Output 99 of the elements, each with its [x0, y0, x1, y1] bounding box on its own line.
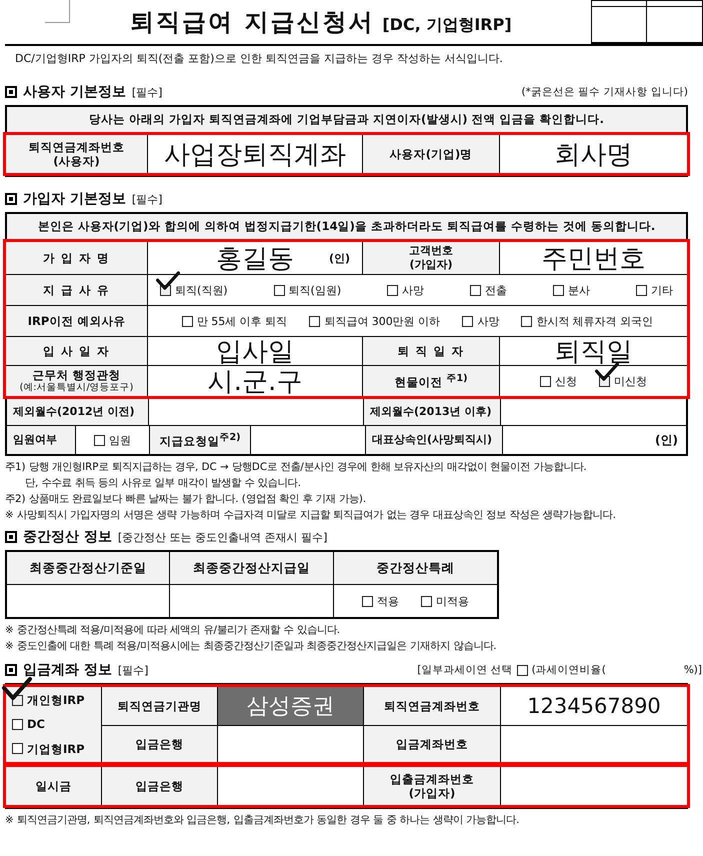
field-label: 제외월수(2013년 이후) — [364, 399, 500, 425]
form-subtitle: [DC, 기업형IRP] — [382, 15, 512, 34]
tax-deferral-label: [일부과세이연 선택 — [417, 663, 513, 677]
option-label: 퇴직급여 300만원 이하 — [324, 314, 440, 328]
consent-text: 본인은 사용자(기업)와 합의에 의하여 법정지급기한(14일)을 초과하더라도 퇴직급여를 수령하는 것에 동의합니다. — [7, 214, 686, 239]
field-label: 가 입 자 명 — [6, 242, 147, 274]
field-label: 퇴직연금계좌번호 — [364, 687, 500, 725]
field-label: 지급요청일$^{주2)}$ — [150, 426, 250, 454]
section-tag: [필수] — [132, 192, 162, 206]
note-text: ※ 퇴직연금기관명, 퇴직연금계좌번호와 입금은행, 입출금계좌번호가 동일한 경우 둘 중 하나는 생략이 가능합니다. — [5, 813, 520, 828]
checkbox[interactable] — [521, 316, 532, 326]
note-text: 주2) 상품매도 완료일보다 빠른 날짜는 불가 합니다. (영업점 확인 후 기재 가능). — [5, 492, 368, 507]
option-label: 퇴직(직원) — [175, 282, 228, 298]
checkbox[interactable] — [636, 284, 647, 296]
field-label: 대표상속인(사망퇴직시) — [366, 426, 502, 454]
checkbox[interactable] — [540, 376, 551, 386]
section-title: 중간정산 정보 — [23, 528, 112, 546]
option-label: DC — [27, 717, 45, 732]
field-label: 제외월수(2012년 이전) — [7, 399, 148, 425]
column-header: 최종중간정산기준일 — [7, 552, 169, 584]
option-label: 신청 — [555, 374, 577, 388]
intro-text: DC/기업형IRP 가입자의 퇴직(전출 포함)으로 인한 퇴직연금을 지급하는 경우 작성하는 서식입니다. — [14, 51, 504, 66]
section-icon — [5, 531, 17, 543]
option-label: 미적용 — [436, 594, 469, 608]
field-label: 입출금계좌번호 (가입자) — [364, 767, 500, 805]
field-label: 입금계좌번호 — [364, 726, 500, 762]
checkbox[interactable] — [274, 284, 285, 296]
field-value: 1234567890 — [501, 687, 687, 725]
option-label: 전출 — [485, 282, 508, 298]
option-label: 만 55세 이후 퇴직 — [196, 314, 288, 328]
field-label: 근무처 행정관청 (예:서울특별시/영등포구) — [6, 366, 147, 396]
section-title: 가입자 기본정보 — [23, 190, 126, 208]
field-value: 시.군.구 — [148, 366, 362, 396]
column-header: 최종중간정산지급일 — [170, 552, 333, 584]
checkbox[interactable] — [462, 316, 474, 326]
section-title: 입금계좌 정보 — [23, 661, 112, 679]
field-label: 입금은행 — [102, 726, 217, 762]
field-value: 홍길동 — [216, 242, 294, 276]
option-label: 미신청 — [614, 374, 647, 388]
section-icon — [5, 86, 17, 98]
section-tag: [중간정산 또는 중도인출내역 존재시 필수] — [118, 530, 328, 544]
field-label: 퇴직연금계좌번호 (사용자) — [6, 135, 147, 173]
checkbox[interactable] — [516, 664, 528, 676]
note-text: ※ 중도인출에 대한 특례 적용/미적용시에는 최종중간정산기준일과 최종중간정산지급일은 기재하지 않습니다. — [5, 639, 498, 654]
checkbox[interactable] — [470, 284, 482, 296]
form-title: 퇴직급여 지급신청서 — [130, 8, 374, 36]
field-label: 입금은행 — [102, 767, 217, 805]
confirmation-text: 당사는 아래의 가입자 퇴직연금계좌에 기업부담금과 지연이자(발생시) 전액 입금을 확인합니다. — [7, 107, 686, 132]
field-label: 지 급 사 유 — [6, 275, 147, 305]
option-label: 기타 — [650, 282, 673, 298]
institution-value: 삼성증권 — [218, 687, 363, 725]
field-value: 입사일 — [148, 337, 362, 365]
ratio-unit: %)] — [684, 664, 702, 676]
section-tag: [필수] — [118, 662, 148, 678]
checkbox[interactable] — [94, 434, 105, 446]
option-label: 한시적 체류자격 외국인 — [536, 314, 654, 328]
option-label: 분사 — [568, 282, 590, 298]
field-label: 고객번호 (가입자) — [363, 242, 499, 274]
note-text: 단, 수수료 취득 등의 사유로 일부 매각이 발생할 수 있습니다. — [24, 476, 302, 491]
option-label: 기업형IRP — [27, 742, 85, 756]
checkbox[interactable] — [553, 284, 564, 296]
section-title: 사용자 기본정보 — [23, 83, 126, 101]
checkbox[interactable] — [12, 719, 23, 730]
option-label: 개인형IRP — [27, 692, 85, 708]
column-header: 중간정산특례 — [334, 552, 497, 584]
checkbox[interactable] — [182, 316, 193, 326]
field-label: 사용자(기업)명 — [363, 135, 499, 173]
option-label: 사망 — [402, 282, 424, 298]
seal-text: (인) — [503, 426, 686, 454]
option-label: 임원 — [109, 432, 131, 448]
crop-mark — [45, 0, 70, 23]
field-label: IRP이전 예외사유 — [6, 306, 147, 336]
field-label: 퇴직연금기관명 — [102, 687, 217, 725]
field-label: 현물이전 $^{주1)}$ — [363, 366, 499, 396]
option-label: 사망 — [477, 314, 500, 328]
note-text: ※ 중간정산특례 적용/미적용에 따라 세액의 유/불리가 존재할 수 있습니다. — [5, 623, 342, 638]
field-value: 주민번호 — [500, 242, 687, 274]
checkbox[interactable] — [387, 284, 398, 296]
note-text: ※ 사망퇴직시 가입자명의 서명은 생략 가능하며 수급자격 미달로 지급할 퇴직급여가 없는 경우 대표상속인 정보 작성은 생략가능합니다. — [5, 508, 617, 523]
field-value: 회사명 — [500, 135, 687, 173]
field-value: 사업장퇴직계좌 — [148, 135, 362, 173]
required-note: (*굵은선은 필수 기재사항 입니다) — [522, 85, 688, 99]
field-label: 입 사 일 자 — [6, 337, 147, 365]
checkbox[interactable] — [12, 743, 23, 754]
field-value: 퇴직일 — [500, 337, 687, 365]
checkbox[interactable] — [309, 316, 320, 326]
field-label: 임원여부 — [7, 426, 75, 454]
field-label: 일시금 — [6, 767, 101, 805]
section-tag: [필수] — [132, 84, 162, 100]
option-label: 적용 — [377, 594, 399, 608]
checkbox[interactable] — [362, 596, 373, 606]
ratio-label: (과세이연비율( — [532, 663, 606, 677]
note-text: 주1) 당행 개인형IRP로 퇴직지급하는 경우, DC → 당행DC로 전출/분사인 경우에 한해 보유자산의 매각없이 현물이전 가능합니다. — [5, 460, 588, 475]
option-label: 퇴직(임원) — [288, 282, 342, 298]
section-icon — [5, 193, 17, 205]
checkbox[interactable] — [421, 596, 432, 606]
section-icon — [5, 664, 17, 676]
seal-text: (인) — [328, 250, 350, 266]
field-label: 퇴 직 일 자 — [363, 337, 499, 365]
